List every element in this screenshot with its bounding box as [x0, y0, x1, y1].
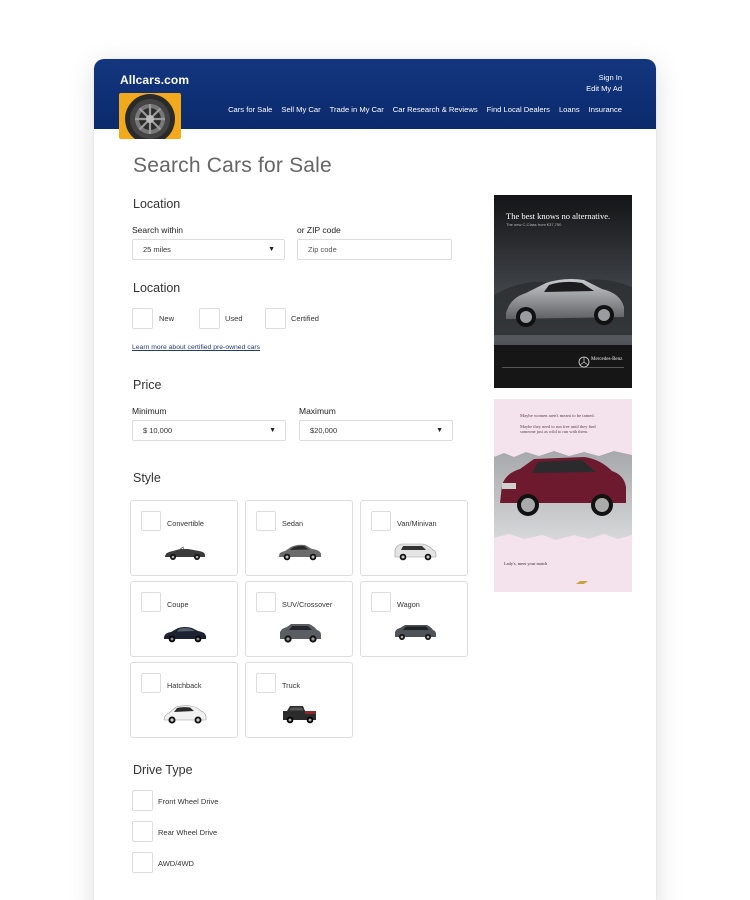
search-within-select[interactable]: 25 miles ▼	[132, 239, 285, 260]
search-within-label: Search within	[132, 225, 184, 235]
account-links: Sign In Edit My Ad	[586, 72, 622, 94]
condition-used-label: Used	[225, 314, 243, 323]
style-card-sedan[interactable]: Sedan	[245, 500, 353, 576]
style-section-title: Style	[133, 471, 161, 485]
nav-loans[interactable]: Loans	[559, 105, 580, 114]
style-convertible-checkbox[interactable]	[141, 511, 161, 531]
price-section-title: Price	[133, 378, 162, 392]
sedan-car-icon	[279, 544, 321, 561]
suv-car-icon	[280, 624, 321, 643]
chevrolet-ad-headline: Maybe women aren't meant to be tamed.	[520, 413, 595, 418]
truck-car-icon	[283, 706, 316, 724]
condition-used-checkbox[interactable]	[199, 308, 220, 329]
style-wagon-label: Wagon	[397, 600, 420, 609]
mercedes-ad-sub: The new C-Class from €37,750	[506, 222, 562, 227]
style-hatchback-label: Hatchback	[167, 681, 202, 690]
hatchback-car-icon	[163, 705, 207, 724]
style-card-convertible[interactable]: Convertible	[130, 500, 238, 576]
mercedes-ad[interactable]: The best knows no alternative. The new C…	[494, 195, 632, 388]
minivan-car-icon	[394, 543, 437, 561]
chevrolet-ad-caption: Lady's, meet your match	[504, 561, 548, 566]
nav-cars-for-sale[interactable]: Cars for Sale	[228, 105, 272, 114]
style-card-wagon[interactable]: Wagon	[360, 581, 468, 657]
style-card-suv-crossover[interactable]: SUV/Crossover	[245, 581, 353, 657]
chevrolet-ad[interactable]: Maybe women aren't meant to be tamed. Ma…	[494, 399, 632, 592]
style-convertible-label: Convertible	[167, 519, 204, 528]
certified-info-link[interactable]: Learn more about certified pre-owned car…	[132, 344, 260, 351]
style-hatchback-checkbox[interactable]	[141, 673, 161, 693]
chevron-down-icon: ▼	[436, 427, 443, 434]
style-coupe-label: Coupe	[167, 600, 189, 609]
style-van-checkbox[interactable]	[371, 511, 391, 531]
coupe-car-icon	[164, 627, 206, 643]
zip-input[interactable]	[297, 239, 452, 260]
zip-label: or ZIP code	[297, 225, 341, 235]
location-section-title: Location	[133, 197, 181, 211]
style-sedan-checkbox[interactable]	[256, 511, 276, 531]
nav-trade-in[interactable]: Trade in My Car	[330, 105, 384, 114]
drive-rwd-label: Rear Wheel Drive	[158, 828, 218, 837]
style-wagon-checkbox[interactable]	[371, 592, 391, 612]
drive-awd-checkbox[interactable]	[132, 852, 153, 873]
nav-insurance[interactable]: Insurance	[589, 105, 622, 114]
style-sedan-label: Sedan	[282, 519, 304, 528]
price-min-label: Minimum	[132, 406, 167, 416]
style-truck-label: Truck	[282, 681, 300, 690]
style-truck-checkbox[interactable]	[256, 673, 276, 693]
page-title: Search Cars for Sale	[133, 154, 332, 177]
chevrolet-ad-body: Maybe they need to run free until they f…	[520, 424, 596, 435]
mercedes-ad-brand: Mercedes-Benz	[591, 357, 623, 362]
search-within-value: 25 miles	[143, 245, 171, 254]
condition-certified-label: Certified	[291, 314, 319, 323]
search-form: Search Cars for Sale Location Search wit…	[94, 129, 656, 900]
drive-rwd-checkbox[interactable]	[132, 821, 153, 842]
wagon-car-icon	[395, 625, 436, 640]
price-min-value: $ 10,000	[143, 426, 173, 435]
edit-ad-link[interactable]: Edit My Ad	[586, 83, 622, 94]
style-van-label: Van/Minivan	[397, 519, 437, 528]
style-card-van-minivan[interactable]: Van/Minivan	[360, 500, 468, 576]
browser-frame: Allcars.com Sign In Edit My Ad Cars for …	[94, 59, 656, 900]
tire-logo-icon[interactable]	[119, 93, 181, 139]
chevron-down-icon: ▼	[269, 427, 276, 434]
style-card-hatchback[interactable]: Hatchback	[130, 662, 238, 738]
convertible-car-icon	[165, 546, 205, 560]
condition-new-label: New	[159, 314, 175, 323]
drive-awd-label: AWD/4WD	[158, 859, 194, 868]
price-max-select[interactable]: $20,000 ▼	[299, 420, 453, 441]
site-logo[interactable]: Allcars.com	[120, 73, 189, 87]
style-card-coupe[interactable]: Coupe	[130, 581, 238, 657]
style-suv-label: SUV/Crossover	[282, 600, 333, 609]
style-coupe-checkbox[interactable]	[141, 592, 161, 612]
nav-research-reviews[interactable]: Car Research & Reviews	[393, 105, 478, 114]
drive-fwd-label: Front Wheel Drive	[158, 797, 219, 806]
style-suv-checkbox[interactable]	[256, 592, 276, 612]
sign-in-link[interactable]: Sign In	[586, 72, 622, 83]
condition-new-checkbox[interactable]	[132, 308, 153, 329]
style-card-truck[interactable]: Truck	[245, 662, 353, 738]
drive-fwd-checkbox[interactable]	[132, 790, 153, 811]
main-nav: Cars for Sale Sell My Car Trade in My Ca…	[228, 105, 622, 114]
drive-section-title: Drive Type	[133, 763, 193, 777]
price-max-value: $20,000	[310, 426, 338, 435]
condition-certified-checkbox[interactable]	[265, 308, 286, 329]
price-max-label: Maximum	[299, 406, 336, 416]
nav-local-dealers[interactable]: Find Local Dealers	[487, 105, 550, 114]
price-min-select[interactable]: $ 10,000 ▼	[132, 420, 286, 441]
condition-section-title: Location	[133, 281, 181, 295]
mercedes-ad-headline: The best knows no alternative.	[506, 211, 611, 221]
nav-sell-my-car[interactable]: Sell My Car	[281, 105, 320, 114]
chevron-down-icon: ▼	[268, 246, 275, 253]
